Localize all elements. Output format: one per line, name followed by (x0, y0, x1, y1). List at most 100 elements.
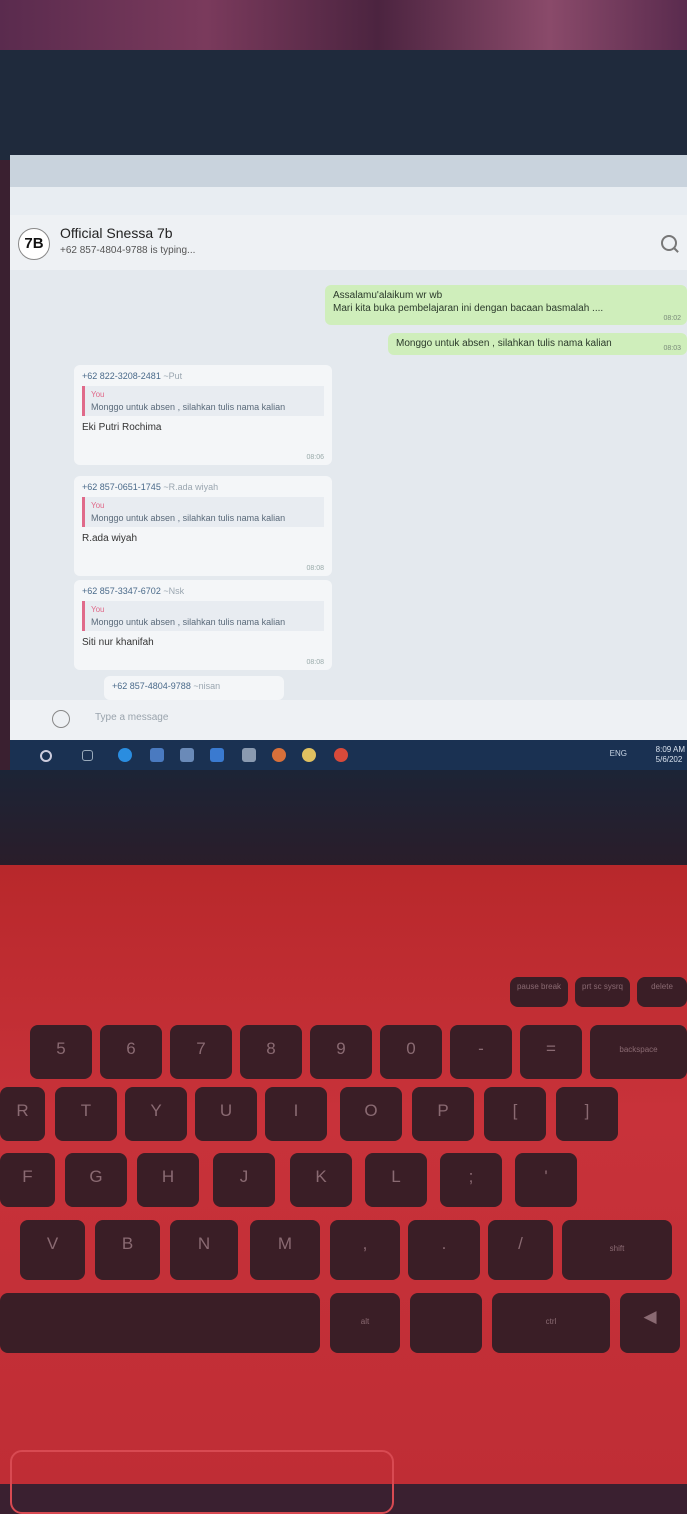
sender-number[interactable]: +62 857-4804-9788 (112, 681, 191, 691)
key-slash[interactable]: / (488, 1220, 553, 1280)
quote-author: You (91, 501, 105, 510)
emoji-icon[interactable] (52, 710, 70, 728)
key-o[interactable]: O (340, 1087, 402, 1141)
quote-author: You (91, 390, 105, 399)
sender-line: +62 857-0651-1745 ~R.ada wiyah (82, 482, 324, 492)
key-t[interactable]: T (55, 1087, 117, 1141)
group-avatar[interactable]: 7B (18, 228, 50, 260)
key-f[interactable]: F (0, 1153, 55, 1207)
key-prtsc[interactable]: prt sc sysrq (575, 977, 630, 1007)
key-v[interactable]: V (20, 1220, 85, 1280)
key-i[interactable]: I (265, 1087, 327, 1141)
key-equals[interactable]: = (520, 1025, 582, 1079)
laptop-screen: 7B Official Snessa 7b +62 857-4804-9788 … (10, 155, 687, 745)
outgoing-message[interactable]: Assalamu'alaikum wr wb Mari kita buka pe… (325, 285, 687, 325)
key-k[interactable]: K (290, 1153, 352, 1207)
sender-number[interactable]: +62 822-3208-2481 (82, 371, 161, 381)
sender-line: +62 857-3347-6702 ~Nsk (82, 586, 324, 596)
key-pause[interactable]: pause break (510, 977, 568, 1007)
message-time: 08:06 (306, 454, 324, 461)
sender-alias: ~Nsk (163, 586, 185, 596)
key-semicolon[interactable]: ; (440, 1153, 502, 1207)
windows-taskbar[interactable]: ENG 8:09 AM 5/6/202 (10, 740, 687, 770)
trackpad[interactable] (10, 1450, 394, 1514)
incoming-message[interactable]: +62 857-4804-9788 ~nisan (104, 676, 284, 700)
key-space[interactable] (0, 1293, 320, 1353)
message-time: 08:02 (663, 315, 681, 322)
system-tray-language[interactable]: ENG (610, 749, 627, 758)
key-u[interactable]: U (195, 1087, 257, 1141)
app-icon[interactable] (242, 748, 256, 762)
key-ctrl[interactable]: ctrl (492, 1293, 610, 1353)
key-delete[interactable]: delete (637, 977, 687, 1007)
key-comma[interactable]: , (330, 1220, 400, 1280)
key-g[interactable]: G (65, 1153, 127, 1207)
key-minus[interactable]: - (450, 1025, 512, 1079)
task-view-icon[interactable] (82, 750, 93, 761)
incoming-message[interactable]: +62 857-3347-6702 ~Nsk You Monggo untuk … (74, 580, 332, 670)
key-period[interactable]: . (408, 1220, 480, 1280)
message-composer[interactable]: Type a message (10, 700, 687, 740)
key-8[interactable]: 8 (240, 1025, 302, 1079)
key-n[interactable]: N (170, 1220, 238, 1280)
key-0[interactable]: 0 (380, 1025, 442, 1079)
key-6[interactable]: 6 (100, 1025, 162, 1079)
sender-alias: ~R.ada wiyah (163, 482, 219, 492)
laptop-keyboard-deck: pause break prt sc sysrq delete 5 6 7 8 … (0, 865, 687, 1484)
search-icon[interactable] (40, 750, 52, 762)
quoted-message[interactable]: You Monggo untuk absen , silahkan tulis … (82, 386, 324, 416)
key-l[interactable]: L (365, 1153, 427, 1207)
quote-text: Monggo untuk absen , silahkan tulis nama… (91, 617, 286, 627)
incoming-message[interactable]: +62 857-0651-1745 ~R.ada wiyah You Mongg… (74, 476, 332, 576)
app-icon[interactable] (302, 748, 316, 762)
key-quote[interactable]: ' (515, 1153, 577, 1207)
chat-header[interactable]: 7B Official Snessa 7b +62 857-4804-9788 … (10, 215, 687, 271)
quoted-message[interactable]: You Monggo untuk absen , silahkan tulis … (82, 497, 324, 527)
incoming-message[interactable]: +62 822-3208-2481 ~Put You Monggo untuk … (74, 365, 332, 465)
key-bracket-right[interactable]: ] (556, 1087, 618, 1141)
laptop-top-bezel (0, 50, 687, 160)
quote-text: Monggo untuk absen , silahkan tulis nama… (91, 402, 286, 412)
message-time: 08:03 (663, 345, 681, 352)
search-icon[interactable] (661, 235, 677, 251)
key-p[interactable]: P (412, 1087, 474, 1141)
laptop-hinge (0, 770, 687, 865)
edge-icon[interactable] (118, 748, 132, 762)
key-shift[interactable]: shift (562, 1220, 672, 1280)
key-r[interactable]: R (0, 1087, 45, 1141)
quoted-message[interactable]: You Monggo untuk absen , silahkan tulis … (82, 601, 324, 631)
message-text: R.ada wiyah (82, 533, 138, 544)
message-list[interactable]: Assalamu'alaikum wr wb Mari kita buka pe… (10, 270, 687, 700)
key-j[interactable]: J (213, 1153, 275, 1207)
message-text: Monggo untuk absen , silahkan tulis nama… (396, 338, 612, 349)
store-icon[interactable] (180, 748, 194, 762)
key-y[interactable]: Y (125, 1087, 187, 1141)
quote-text: Monggo untuk absen , silahkan tulis nama… (91, 513, 286, 523)
key-7[interactable]: 7 (170, 1025, 232, 1079)
key-backspace[interactable]: backspace (590, 1025, 687, 1079)
taskbar-clock[interactable]: 8:09 AM 5/6/202 (656, 745, 685, 765)
key-alt[interactable]: alt (330, 1293, 400, 1353)
key-9[interactable]: 9 (310, 1025, 372, 1079)
key-5[interactable]: 5 (30, 1025, 92, 1079)
message-input[interactable]: Type a message (95, 712, 168, 723)
chrome-icon[interactable] (334, 748, 348, 762)
firefox-icon[interactable] (272, 748, 286, 762)
browser-bar (10, 187, 687, 215)
message-text: Assalamu'alaikum wr wb (333, 290, 443, 301)
outgoing-message[interactable]: Monggo untuk absen , silahkan tulis nama… (388, 333, 687, 355)
sender-alias: ~Put (163, 371, 183, 381)
sender-number[interactable]: +62 857-3347-6702 (82, 586, 161, 596)
sender-number[interactable]: +62 857-0651-1745 (82, 482, 161, 492)
key-arrow-left[interactable]: ◀ (620, 1293, 680, 1353)
key-h[interactable]: H (137, 1153, 199, 1207)
key-bracket-left[interactable]: [ (484, 1087, 546, 1141)
key-menu[interactable] (410, 1293, 482, 1353)
key-b[interactable]: B (95, 1220, 160, 1280)
file-explorer-icon[interactable] (150, 748, 164, 762)
sender-line: +62 857-4804-9788 ~nisan (112, 681, 276, 691)
sender-alias: ~nisan (193, 681, 221, 691)
mail-icon[interactable] (210, 748, 224, 762)
chat-title: Official Snessa 7b (60, 225, 173, 241)
key-m[interactable]: M (250, 1220, 320, 1280)
